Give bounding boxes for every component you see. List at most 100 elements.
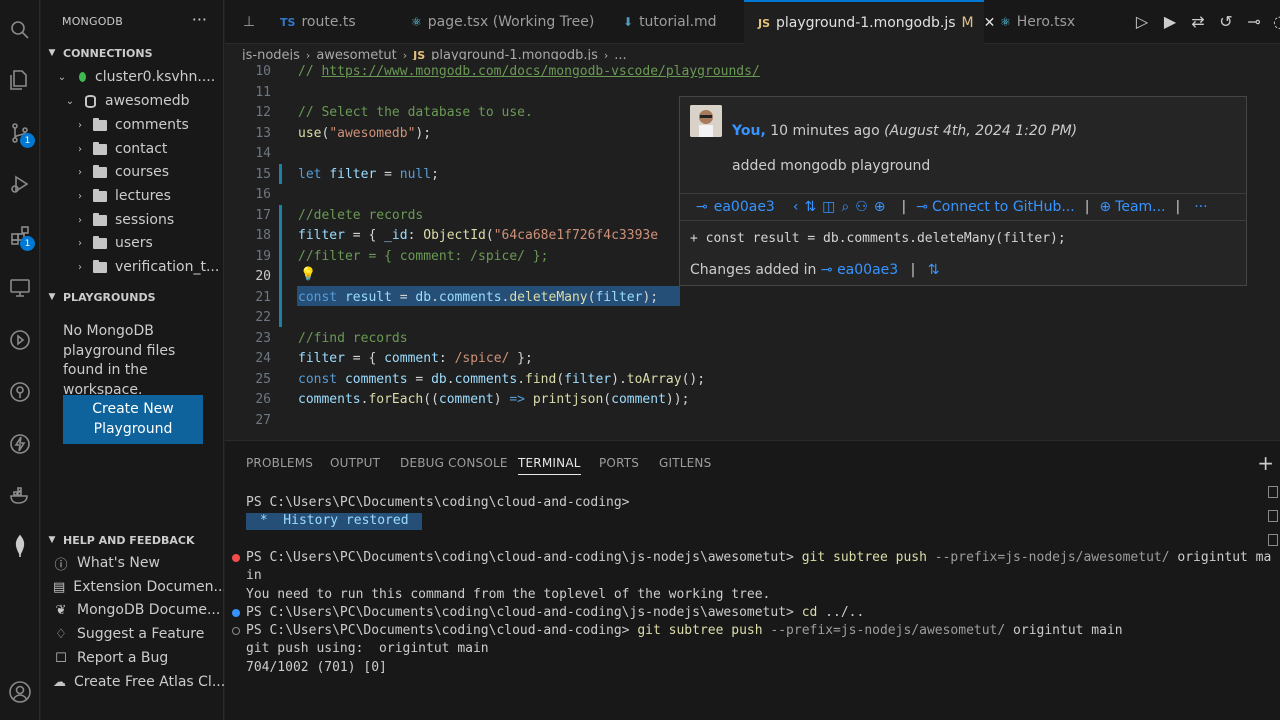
code-line: //delete records <box>298 208 424 223</box>
markdown-file-icon: ⬇ <box>623 15 634 29</box>
commit-message: added mongodb playground <box>732 158 931 174</box>
history-restored-badge: * History restored <box>246 513 423 530</box>
collection-item[interactable]: › users <box>41 231 224 255</box>
line-number: 21 <box>255 290 271 305</box>
help-item-create-atlas[interactable]: ☁ Create Free Atlas Cl... <box>41 670 224 694</box>
more-actions-icon[interactable]: ◌ <box>1269 12 1280 34</box>
help-item-suggest-feature[interactable]: ♢ Suggest a Feature <box>41 622 224 646</box>
collection-item[interactable]: › lectures <box>41 184 224 208</box>
line-number: 17 <box>255 208 271 223</box>
line-number: 27 <box>255 413 271 428</box>
collection-item[interactable]: › comments <box>41 113 224 137</box>
folder-icon <box>93 212 107 226</box>
collection-item[interactable]: › courses <box>41 160 224 184</box>
folder-icon <box>93 235 107 249</box>
line-number: 11 <box>255 85 271 100</box>
docker-icon[interactable] <box>4 480 36 512</box>
gitlens-icon[interactable] <box>4 376 36 408</box>
commit-icon: ⊸ <box>696 199 708 215</box>
editor-tab-bar: ⊥ TS route.ts ⚛ page.tsx (Working Tree) ⬇ t… <box>225 0 1280 44</box>
help-item-extension-docs[interactable]: ▤ Extension Documen... <box>41 575 224 599</box>
close-icon[interactable]: ✕ <box>984 15 996 31</box>
chevron-right-icon: › <box>78 119 82 131</box>
scm-badge: 1 <box>20 133 35 148</box>
tab-terminal[interactable]: TERMINAL <box>518 456 581 475</box>
success-status-icon <box>232 609 240 617</box>
more-actions-icon[interactable]: ··· <box>192 10 207 29</box>
terminal-line: You need to run this command from the to… <box>246 587 771 602</box>
tab-route-ts[interactable]: TS route.ts <box>280 0 356 44</box>
terminal-instance-icon[interactable] <box>1268 510 1278 522</box>
source-control-icon[interactable]: 1 <box>4 117 36 149</box>
previous-change-icon[interactable]: ↺ <box>1215 12 1237 34</box>
collection-item[interactable]: › sessions <box>41 208 224 232</box>
compare-icon[interactable]: ⇄ <box>1187 12 1209 34</box>
help-section-header[interactable]: ▼ HELP AND FEEDBACK <box>41 529 224 551</box>
line-number: 22 <box>255 310 271 325</box>
code-line: use("awesomedb"); <box>298 126 432 141</box>
terminal-instance-icon[interactable] <box>1268 534 1278 546</box>
line-number: 14 <box>255 146 271 161</box>
github-actions-icon[interactable] <box>4 324 36 356</box>
terminal-line: git push using: origintut main <box>246 641 489 656</box>
code-line: // Select the database to use. <box>298 105 533 120</box>
connect-github-link[interactable]: Connect to GitHub... <box>932 199 1075 215</box>
react-file-icon: ⚛ <box>411 15 422 29</box>
help-item-mongodb-docs[interactable]: ❦ MongoDB Docume... <box>41 598 224 622</box>
info-icon: ⓘ <box>54 557 68 573</box>
tab-output[interactable]: OUTPUT <box>330 456 380 470</box>
chevron-right-icon: › <box>78 166 82 178</box>
help-item-report-bug[interactable]: ☐ Report a Bug <box>41 646 224 670</box>
create-playground-button[interactable]: Create New Playground <box>63 395 203 444</box>
tab-gitlens[interactable]: GITLENS <box>659 456 711 470</box>
compare-icon[interactable]: ⇅ <box>928 262 940 278</box>
run-debug-icon[interactable] <box>4 168 36 200</box>
tab-hero-tsx[interactable]: ⚛ Hero.tsx <box>1000 0 1075 44</box>
mongodb-leaf-icon[interactable] <box>4 530 36 562</box>
terminal-line: 704/1002 (701) [0] <box>246 660 387 675</box>
terminal-instance-icon[interactable] <box>1268 486 1278 498</box>
lightbulb-icon[interactable]: 💡 <box>300 267 316 282</box>
database-item[interactable]: ⌄ awesomedb <box>41 89 224 113</box>
collection-item[interactable]: › verification_t... <box>41 255 224 279</box>
extensions-badge: 1 <box>20 236 35 251</box>
connections-section-header[interactable]: ▼ CONNECTIONS <box>41 42 224 64</box>
line-number: 13 <box>255 126 271 141</box>
line-number: 24 <box>255 351 271 366</box>
thunder-client-icon[interactable] <box>4 428 36 460</box>
commit-action-icons[interactable]: ‹⇅◫⌕⚇⊕ <box>793 199 892 215</box>
tab-debug-console[interactable]: DEBUG CONSOLE <box>400 456 508 470</box>
accounts-icon[interactable] <box>4 676 36 708</box>
run-all-icon[interactable]: ▶ <box>1159 12 1181 34</box>
collection-item[interactable]: › contact <box>41 137 224 161</box>
extensions-icon[interactable]: 1 <box>4 220 36 252</box>
github-icon: ⊸ <box>916 199 928 215</box>
tab-page-tsx[interactable]: ⚛ page.tsx (Working Tree) <box>411 0 594 44</box>
help-item-whats-new[interactable]: ⓘ What's New <box>41 551 224 575</box>
playgrounds-section-header[interactable]: ▼ PLAYGROUNDS <box>41 286 224 308</box>
tab-problems[interactable]: PROBLEMS <box>246 456 313 470</box>
more-actions-icon[interactable]: ··· <box>1194 199 1207 215</box>
tab-ports[interactable]: PORTS <box>599 456 639 470</box>
run-icon[interactable]: ▷ <box>1131 12 1153 34</box>
explorer-icon[interactable] <box>4 64 36 96</box>
tab-playground-js[interactable]: JS playground-1.mongodb.js M ✕ <box>744 0 995 44</box>
team-link[interactable]: Team... <box>1115 199 1165 215</box>
line-number: 23 <box>255 331 271 346</box>
search-icon[interactable] <box>4 14 36 46</box>
diff-line: + const result = db.comments.deleteMany(… <box>690 231 1066 246</box>
connection-item[interactable]: ⌄ cluster0.ksvhn.... <box>41 65 224 89</box>
gitlens-commit-icon[interactable]: ⊸ <box>1243 12 1265 34</box>
line-number: 18 <box>255 228 271 243</box>
author-link[interactable]: You, <box>732 123 766 139</box>
terminal-line: PS C:\Users\PC\Documents\coding\cloud-an… <box>246 550 1272 565</box>
commit-sha-link[interactable]: ea00ae3 <box>714 199 775 215</box>
tab-tutorial-md[interactable]: ⬇ tutorial.md <box>623 0 717 44</box>
changes-commit-link[interactable]: ea00ae3 <box>837 262 898 278</box>
chevron-right-icon: › <box>78 237 82 249</box>
chevron-down-icon: ▼ <box>48 48 56 58</box>
new-terminal-icon[interactable]: + <box>1257 451 1274 475</box>
changes-added-line: Changes added in ⊸ ea00ae3 | ⇅ <box>690 262 940 278</box>
remote-explorer-icon[interactable] <box>4 272 36 304</box>
pin-icon[interactable]: ⊥ <box>243 0 255 44</box>
